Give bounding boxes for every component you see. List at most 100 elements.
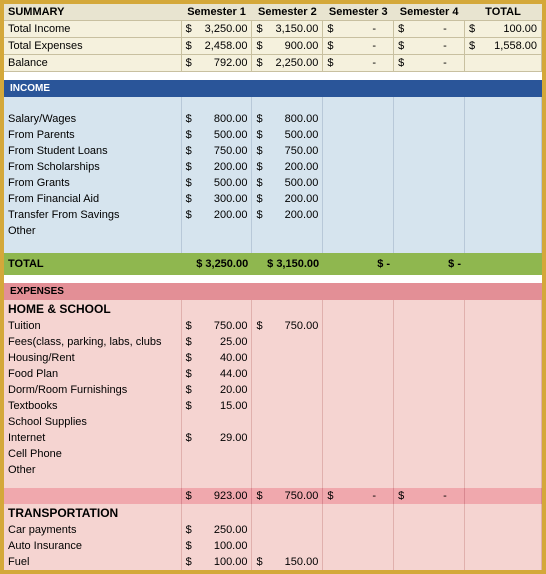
cell[interactable] <box>323 191 394 207</box>
row-label[interactable]: Car payments <box>4 522 181 538</box>
cell[interactable] <box>181 446 252 462</box>
cell[interactable]: $500.00 <box>181 127 252 143</box>
cell[interactable] <box>394 207 465 223</box>
cell[interactable] <box>465 446 542 462</box>
cell[interactable] <box>465 538 542 554</box>
cell[interactable]: $40.00 <box>181 350 252 366</box>
cell[interactable] <box>323 175 394 191</box>
cell[interactable]: $- <box>394 55 465 72</box>
cell[interactable]: $100.00 <box>181 554 252 570</box>
row-label[interactable]: Textbooks <box>4 398 181 414</box>
cell[interactable] <box>465 159 542 175</box>
row-label[interactable]: Auto Insurance <box>4 538 181 554</box>
cell[interactable]: $20.00 <box>181 382 252 398</box>
cell[interactable]: $250.00 <box>181 522 252 538</box>
cell[interactable] <box>323 334 394 350</box>
row-label[interactable]: Housing/Rent <box>4 350 181 366</box>
cell[interactable] <box>323 414 394 430</box>
cell[interactable] <box>465 175 542 191</box>
cell[interactable] <box>252 430 323 446</box>
row-label[interactable]: School Supplies <box>4 414 181 430</box>
cell[interactable]: $750.00 <box>181 143 252 159</box>
cell[interactable]: $200.00 <box>181 159 252 175</box>
cell[interactable]: $200.00 <box>252 159 323 175</box>
cell[interactable]: $300.00 <box>181 191 252 207</box>
cell[interactable] <box>465 127 542 143</box>
cell[interactable] <box>181 414 252 430</box>
cell[interactable]: $200.00 <box>252 191 323 207</box>
cell[interactable] <box>394 382 465 398</box>
cell[interactable]: $- <box>394 21 465 38</box>
row-label[interactable]: Dorm/Room Furnishings <box>4 382 181 398</box>
cell[interactable]: $15.00 <box>181 398 252 414</box>
cell[interactable] <box>323 446 394 462</box>
row-label[interactable]: From Scholarships <box>4 159 181 175</box>
cell[interactable]: $500.00 <box>181 175 252 191</box>
row-label[interactable]: Cell Phone <box>4 446 181 462</box>
cell[interactable] <box>465 223 542 239</box>
cell[interactable] <box>323 350 394 366</box>
cell[interactable]: $3,250.00 <box>181 21 252 38</box>
cell[interactable]: $25.00 <box>181 334 252 350</box>
cell[interactable] <box>465 334 542 350</box>
cell[interactable] <box>252 538 323 554</box>
cell[interactable] <box>394 175 465 191</box>
row-label[interactable]: Other <box>4 462 181 478</box>
cell[interactable] <box>252 398 323 414</box>
cell[interactable] <box>465 554 542 570</box>
cell[interactable]: $- <box>323 21 394 38</box>
cell[interactable] <box>465 207 542 223</box>
cell[interactable] <box>394 414 465 430</box>
cell[interactable]: $750.00 <box>252 318 323 334</box>
cell[interactable] <box>323 462 394 478</box>
cell[interactable] <box>394 350 465 366</box>
row-label[interactable]: Total Expenses <box>4 38 181 55</box>
row-label[interactable]: Internet <box>4 430 181 446</box>
cell[interactable] <box>394 223 465 239</box>
cell[interactable] <box>465 55 542 72</box>
cell[interactable] <box>394 398 465 414</box>
row-label[interactable]: Total Income <box>4 21 181 38</box>
cell[interactable] <box>394 159 465 175</box>
cell[interactable]: $100.00 <box>181 538 252 554</box>
cell[interactable] <box>252 334 323 350</box>
cell[interactable] <box>323 538 394 554</box>
cell[interactable]: $900.00 <box>252 38 323 55</box>
cell[interactable] <box>394 522 465 538</box>
cell[interactable] <box>465 366 542 382</box>
row-label[interactable]: Salary/Wages <box>4 111 181 127</box>
cell[interactable] <box>394 446 465 462</box>
cell[interactable]: $- <box>323 38 394 55</box>
row-label[interactable]: Transfer From Savings <box>4 207 181 223</box>
cell[interactable]: $500.00 <box>252 127 323 143</box>
cell[interactable] <box>394 318 465 334</box>
cell[interactable] <box>465 430 542 446</box>
cell[interactable] <box>465 462 542 478</box>
cell[interactable]: $150.00 <box>252 554 323 570</box>
cell[interactable]: $44.00 <box>181 366 252 382</box>
cell[interactable]: $200.00 <box>252 207 323 223</box>
row-label[interactable]: From Parents <box>4 127 181 143</box>
cell[interactable]: $750.00 <box>252 143 323 159</box>
cell[interactable] <box>323 522 394 538</box>
row-label[interactable]: Fuel <box>4 554 181 570</box>
cell[interactable] <box>394 143 465 159</box>
cell[interactable] <box>394 538 465 554</box>
cell[interactable] <box>252 382 323 398</box>
cell[interactable] <box>252 366 323 382</box>
cell[interactable]: $500.00 <box>252 175 323 191</box>
cell[interactable] <box>323 143 394 159</box>
cell[interactable] <box>394 366 465 382</box>
cell[interactable] <box>394 334 465 350</box>
cell[interactable] <box>323 430 394 446</box>
row-label[interactable]: From Student Loans <box>4 143 181 159</box>
cell[interactable] <box>323 159 394 175</box>
cell[interactable] <box>394 111 465 127</box>
cell[interactable] <box>323 382 394 398</box>
cell[interactable] <box>252 522 323 538</box>
cell[interactable] <box>465 382 542 398</box>
cell[interactable]: $200.00 <box>181 207 252 223</box>
cell[interactable] <box>323 398 394 414</box>
row-label[interactable]: From Financial Aid <box>4 191 181 207</box>
cell[interactable] <box>465 143 542 159</box>
